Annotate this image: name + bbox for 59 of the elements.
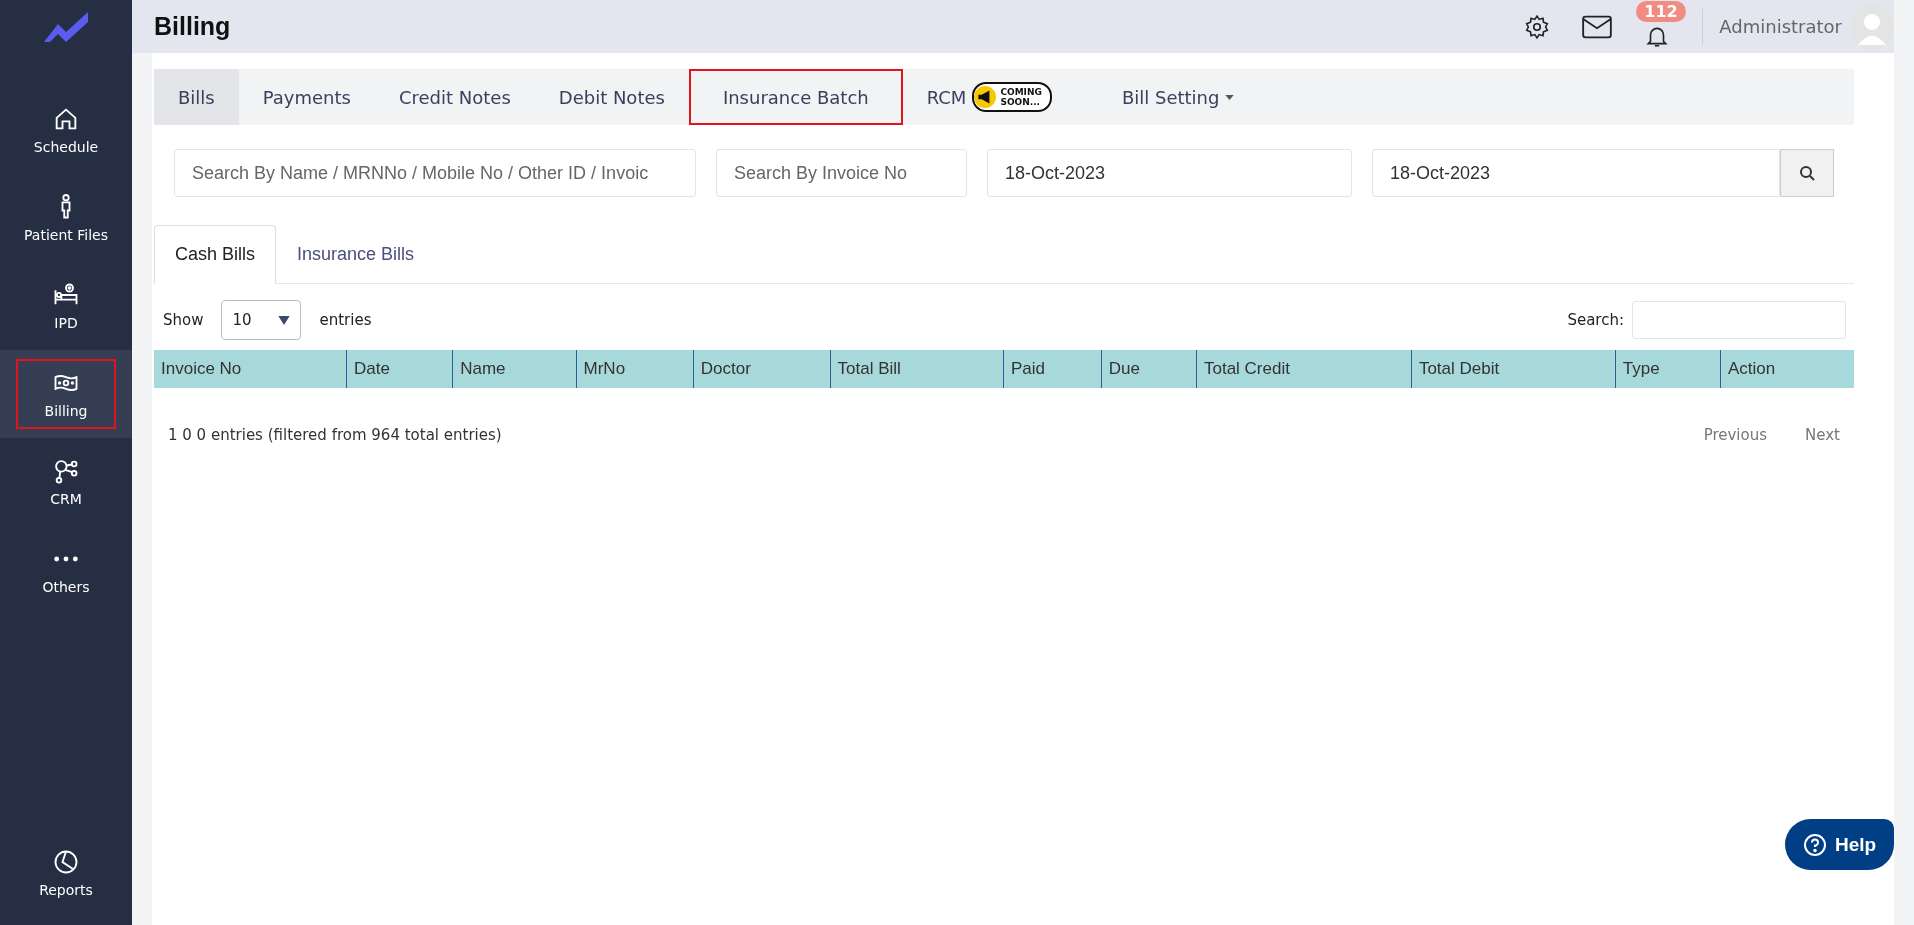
sidebar-item[interactable]: CRM bbox=[0, 438, 132, 526]
entries-label: entries bbox=[319, 311, 372, 329]
sidebar-item[interactable]: Reports bbox=[0, 829, 132, 917]
sidebar-item[interactable]: Others bbox=[0, 526, 132, 614]
megaphone-icon bbox=[974, 86, 997, 108]
column-header[interactable]: Paid bbox=[1004, 350, 1102, 388]
tab-label[interactable]: RCM bbox=[926, 86, 967, 108]
logo-icon bbox=[44, 12, 88, 42]
sidebar-item[interactable]: Schedule bbox=[0, 86, 132, 174]
invoice-search-field[interactable]: Search By Invoice No bbox=[716, 149, 967, 197]
column-header[interactable]: Total Credit bbox=[1196, 350, 1412, 388]
caret-icon bbox=[278, 315, 291, 325]
search-button[interactable] bbox=[1780, 149, 1834, 197]
sidebar-item[interactable]: IPD bbox=[0, 262, 132, 350]
search-field[interactable]: Search By Name / MRNNo / Mobile No / Other ID / Invoic bbox=[174, 149, 696, 197]
table-search-field[interactable] bbox=[1632, 301, 1846, 339]
tab-label[interactable]: Bill Setting bbox=[1121, 86, 1220, 108]
column-header[interactable]: MrNo bbox=[576, 350, 694, 388]
column-header[interactable]: Due bbox=[1101, 350, 1197, 388]
notification-count: 112 bbox=[1636, 0, 1686, 22]
user-name[interactable]: Administrator bbox=[1719, 16, 1842, 37]
column-header[interactable]: Doctor bbox=[693, 350, 831, 388]
table-info: 1 0 0 entries (filtered from 964 total entries) bbox=[168, 426, 502, 444]
settings-icon[interactable] bbox=[1524, 13, 1551, 40]
column-header[interactable]: Total Bill bbox=[830, 350, 1004, 388]
more-icon bbox=[52, 555, 80, 563]
caret-icon bbox=[1225, 94, 1235, 100]
tab[interactable]: Payments bbox=[238, 69, 375, 125]
search-label: Search: bbox=[1567, 311, 1624, 329]
previous-button[interactable]: Previous bbox=[1703, 426, 1768, 444]
pie-chart-icon bbox=[52, 848, 80, 876]
column-header[interactable]: Name bbox=[453, 350, 577, 388]
sidebar-item[interactable]: Billing bbox=[0, 350, 132, 438]
column-header[interactable]: Invoice No bbox=[154, 350, 347, 388]
to-date-field[interactable]: 18-Oct-2023 bbox=[1372, 149, 1780, 197]
column-header[interactable]: Total Debit bbox=[1411, 350, 1616, 388]
search-icon bbox=[1799, 165, 1815, 181]
help-button[interactable]: Help bbox=[1785, 819, 1894, 870]
column-header[interactable]: Date bbox=[346, 350, 454, 388]
next-button[interactable]: Next bbox=[1805, 426, 1840, 444]
column-header[interactable]: Type bbox=[1615, 350, 1721, 388]
tab[interactable]: Bill Setting bbox=[1097, 69, 1259, 125]
mail-icon[interactable] bbox=[1582, 14, 1613, 39]
tab[interactable]: Credit Notes bbox=[374, 69, 535, 125]
sidebar-item[interactable]: Patient Files bbox=[0, 174, 132, 262]
from-date-field[interactable]: 18-Oct-2023 bbox=[987, 149, 1352, 197]
tab[interactable]: Cash Bills bbox=[154, 225, 277, 284]
tab[interactable]: Insurance Batch bbox=[688, 69, 903, 125]
page-title: Billing bbox=[154, 12, 231, 41]
show-label: Show bbox=[163, 311, 204, 329]
page-size-dropdown[interactable]: 10 bbox=[221, 300, 302, 340]
column-header[interactable]: Action bbox=[1720, 350, 1854, 388]
nodes-icon bbox=[52, 457, 80, 485]
help-icon bbox=[1802, 832, 1827, 857]
tab[interactable]: RCM COMING SOON... bbox=[902, 69, 1076, 125]
badge-text: COMING SOON... bbox=[1000, 87, 1042, 107]
tab[interactable]: Bills bbox=[154, 69, 239, 125]
tab[interactable]: Debit Notes bbox=[534, 69, 689, 125]
tab[interactable]: Insurance Bills bbox=[276, 225, 436, 284]
